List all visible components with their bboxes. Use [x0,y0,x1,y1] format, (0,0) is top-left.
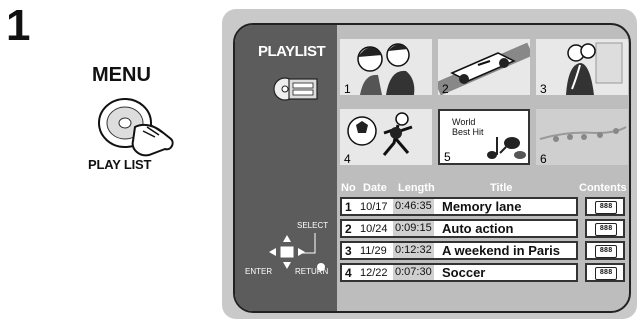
row-number: 2 [345,222,352,236]
thumbnail-number: 1 [344,82,351,95]
row-date: 10/24 [360,223,388,235]
thumbnail-number: 5 [444,150,451,164]
disc-and-tape-icon [273,77,318,101]
playlist-title: PLAYLIST [258,43,326,60]
thumbnail-6[interactable]: 6 [536,109,628,165]
row-date: 11/29 [360,245,387,257]
row-number: 1 [345,200,352,214]
row-number: 3 [345,244,352,258]
thumbnail-number: 6 [540,152,547,165]
row-title: A weekend in Paris [442,243,561,258]
row-length: 0:09:15 [393,221,434,236]
play-list-button-label: PLAY LIST [88,157,152,172]
select-label: SELECT [297,221,329,230]
soccer-icon [347,112,413,156]
contents-button[interactable]: 888 [585,197,625,216]
contents-button[interactable]: 888 [585,241,625,260]
couple-illustration-icon [357,43,415,95]
thumbnail-4[interactable]: 4 [340,109,432,165]
contents-grid-icon: 888 [595,245,617,258]
row-number: 4 [345,266,352,280]
column-header-length: Length [398,182,435,194]
thumbnail-2[interactable]: 2 [438,39,530,95]
row-length: 0:07:30 [393,265,434,280]
enter-label: ENTER [245,267,273,276]
contents-grid-icon: 888 [595,201,617,214]
race-car-icon [438,42,530,95]
thumbnail-number: 4 [344,152,351,165]
thumbnail-number: 3 [540,82,547,95]
playlist-row[interactable]: 4 12/22 0:07:30 Soccer [340,263,578,282]
sidebar: PLAYLIST SELECT ENTER RETURN [235,25,337,311]
return-label: RETURN [295,267,329,276]
playlist-screen: PLAYLIST SELECT ENTER RETURN 1 2 3 4 Wor… [233,23,631,313]
row-title: Soccer [442,265,486,280]
thumbnail-number: 2 [442,82,449,95]
contents-button[interactable]: 888 [585,263,625,282]
row-date: 10/17 [360,201,388,213]
thumbnail-5-selected[interactable]: World Best Hit 5 [438,109,530,165]
thumbnail-3[interactable]: 3 [536,39,628,95]
contents-button[interactable]: 888 [585,219,625,238]
street-scene-icon [536,109,628,165]
playlist-row[interactable]: 3 11/29 0:12:32 A weekend in Paris [340,241,578,260]
thumbnail-1[interactable]: 1 [340,39,432,95]
row-title: Auto action [442,221,514,236]
playlist-row[interactable]: 1 10/17 0:46:35 Memory lane [340,197,578,216]
menu-label: MENU [92,64,151,86]
row-length: 0:46:35 [393,199,434,214]
contents-grid-icon: 888 [595,223,617,236]
column-header-date: Date [363,182,387,194]
column-header-no: No [341,182,356,194]
column-header-title: Title [490,182,513,194]
playlist-row[interactable]: 2 10/24 0:09:15 Auto action [340,219,578,238]
step-number: 1 [6,1,31,50]
music-notes-icon [487,137,526,159]
disc-button-icon[interactable] [95,97,179,159]
contents-grid-icon: 888 [595,267,617,280]
column-header-contents: Contents [579,182,627,194]
row-title: Memory lane [442,199,522,214]
dancing-couple-icon [566,42,623,95]
row-length: 0:12:32 [393,243,434,258]
row-date: 12/22 [360,267,388,279]
